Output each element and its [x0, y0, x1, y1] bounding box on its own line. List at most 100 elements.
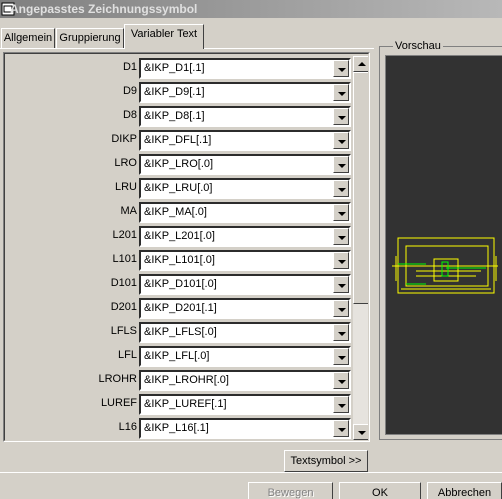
dropdown-button[interactable]: [333, 348, 349, 365]
chevron-down-icon: [338, 356, 346, 360]
value-combobox[interactable]: &IKP_LRU[.0]: [139, 178, 351, 199]
chevron-up-icon: [358, 62, 366, 66]
list-item: L101 &IKP_L101[.0]: [5, 248, 351, 272]
combobox-value: &IKP_LRU[.0]: [144, 182, 213, 194]
value-combobox[interactable]: &IKP_L201[.0]: [139, 226, 351, 247]
row-label: MA: [120, 205, 138, 217]
list-item: D9 &IKP_D9[.1]: [5, 80, 351, 104]
preview-canvas: [385, 55, 502, 435]
tab-label: Allgemein: [3, 32, 53, 44]
value-combobox[interactable]: &IKP_LUREF[.1]: [139, 394, 351, 415]
dropdown-button[interactable]: [333, 228, 349, 245]
combobox-value: &IKP_LFL[.0]: [144, 350, 210, 362]
dropdown-button[interactable]: [333, 276, 349, 293]
dropdown-button[interactable]: [333, 60, 349, 77]
combobox-value: &IKP_DFL[.1]: [144, 134, 212, 146]
dropdown-button[interactable]: [333, 84, 349, 101]
row-label: D9: [122, 85, 137, 97]
tab-gruppierung[interactable]: Gruppierung: [56, 28, 124, 48]
dropdown-button[interactable]: [333, 420, 349, 437]
combobox-value: &IKP_D9[.1]: [144, 86, 205, 98]
combobox-value: &IKP_MA[.0]: [144, 206, 207, 218]
combobox-value: &IKP_D101[.0]: [144, 278, 217, 290]
value-combobox[interactable]: &IKP_LRO[.0]: [139, 154, 351, 175]
list-item: LRU &IKP_LRU[.0]: [5, 176, 351, 200]
value-combobox[interactable]: &IKP_DFL[.1]: [139, 130, 351, 151]
dropdown-button[interactable]: [333, 108, 349, 125]
chevron-down-icon: [338, 380, 346, 384]
scroll-down-button[interactable]: [353, 424, 368, 440]
dropdown-button[interactable]: [333, 156, 349, 173]
row-label: LFL: [118, 349, 137, 361]
chevron-down-icon: [338, 92, 346, 96]
combobox-value: &IKP_D1[.1]: [144, 62, 205, 74]
chevron-down-icon: [338, 116, 346, 120]
dropdown-button[interactable]: [333, 396, 349, 413]
tab-variabler-text[interactable]: Variabler Text: [124, 24, 204, 49]
list-item: LROHR &IKP_LROHR[.0]: [5, 368, 351, 392]
value-combobox[interactable]: &IKP_LFL[.0]: [139, 346, 351, 367]
chevron-down-icon: [338, 140, 346, 144]
dropdown-button[interactable]: [333, 252, 349, 269]
dropdown-button[interactable]: [333, 204, 349, 221]
dropdown-button[interactable]: [333, 372, 349, 389]
dropdown-button[interactable]: [333, 180, 349, 197]
textsymbol-button[interactable]: Textsymbol >>: [284, 450, 368, 472]
list-item: LFL &IKP_LFL[.0]: [5, 344, 351, 368]
bewegen-button[interactable]: Bewegen: [248, 482, 333, 499]
combobox-value: &IKP_L16[.1]: [144, 422, 209, 434]
list-item: D1 &IKP_D1[.1]: [5, 56, 351, 80]
list-item: LFLS &IKP_LFLS[.0]: [5, 320, 351, 344]
value-combobox[interactable]: &IKP_LROHR[.0]: [139, 370, 351, 391]
chevron-down-icon: [338, 428, 346, 432]
scroll-thumb[interactable]: [353, 72, 368, 304]
ok-button[interactable]: OK: [339, 482, 421, 499]
value-combobox[interactable]: &IKP_L101[.0]: [139, 250, 351, 271]
chevron-down-icon: [338, 284, 346, 288]
row-label: D1: [122, 61, 137, 73]
row-label: L16: [118, 421, 137, 433]
value-combobox[interactable]: &IKP_D101[.0]: [139, 274, 351, 295]
dropdown-button[interactable]: [333, 132, 349, 149]
list-item: D101 &IKP_D101[.0]: [5, 272, 351, 296]
list-item: LRO &IKP_LRO[.0]: [5, 152, 351, 176]
chevron-down-icon: [338, 332, 346, 336]
chevron-down-icon: [358, 431, 366, 435]
row-label: D8: [122, 109, 137, 121]
dropdown-button[interactable]: [333, 324, 349, 341]
variable-text-panel: D1 &IKP_D1[.1] D9 &IKP_D9[.1] D8 &IKP_D8…: [3, 52, 370, 442]
combobox-value: &IKP_LFLS[.0]: [144, 326, 217, 338]
abbrechen-button[interactable]: Abbrechen: [427, 482, 502, 499]
list-item: LUREF &IKP_LUREF[.1]: [5, 392, 351, 416]
tab-allgemein[interactable]: Allgemein: [1, 28, 55, 48]
value-combobox[interactable]: &IKP_D8[.1]: [139, 106, 351, 127]
footer-divider: [0, 472, 502, 473]
variable-text-list: D1 &IKP_D1[.1] D9 &IKP_D9[.1] D8 &IKP_D8…: [4, 53, 369, 441]
value-combobox[interactable]: &IKP_D9[.1]: [139, 82, 351, 103]
list-item: L16 &IKP_L16[.1]: [5, 416, 351, 440]
preview-title: Vorschau: [393, 40, 443, 52]
row-label: LUREF: [100, 397, 137, 409]
row-label: LRO: [114, 157, 137, 169]
value-combobox[interactable]: &IKP_D201[.1]: [139, 298, 351, 319]
row-label: LFLS: [110, 325, 137, 337]
drawing-symbol-preview: [392, 237, 498, 294]
list-item: MA &IKP_MA[.0]: [5, 200, 351, 224]
row-label: D101: [110, 277, 137, 289]
row-label: L101: [112, 253, 137, 265]
tab-label: Variabler Text: [130, 28, 198, 40]
value-combobox[interactable]: &IKP_L16[.1]: [139, 418, 351, 439]
title-bar: Angepasstes Zeichnungssymbol: [0, 0, 502, 18]
combobox-value: &IKP_LROHR[.0]: [144, 374, 229, 386]
vertical-scrollbar[interactable]: [353, 56, 368, 440]
list-item: D8 &IKP_D8[.1]: [5, 104, 351, 128]
value-combobox[interactable]: &IKP_MA[.0]: [139, 202, 351, 223]
scroll-up-button[interactable]: [353, 56, 368, 72]
value-combobox[interactable]: &IKP_D1[.1]: [139, 58, 351, 79]
combobox-value: &IKP_D8[.1]: [144, 110, 205, 122]
chevron-down-icon: [338, 68, 346, 72]
combobox-value: &IKP_D201[.1]: [144, 302, 217, 314]
value-combobox[interactable]: &IKP_LFLS[.0]: [139, 322, 351, 343]
row-label: L201: [112, 229, 137, 241]
dropdown-button[interactable]: [333, 300, 349, 317]
